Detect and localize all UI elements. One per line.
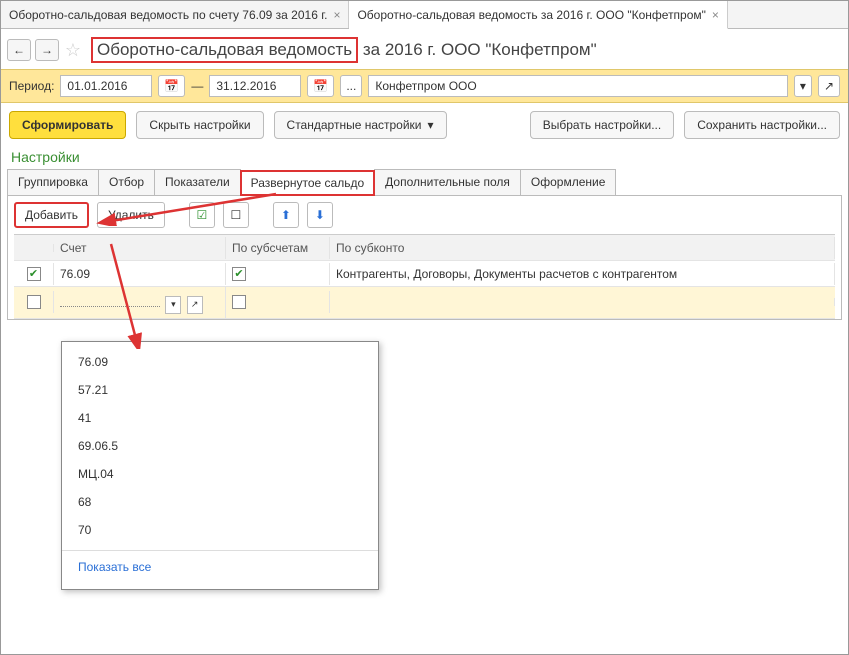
calendar-icon: 📅 — [164, 79, 179, 93]
choose-settings-button[interactable]: Выбрать настройки... — [530, 111, 674, 139]
date-from-calendar-button[interactable]: 📅 — [158, 75, 185, 97]
col-account: Счет — [54, 237, 226, 259]
check-all-button[interactable]: ☑ — [189, 202, 215, 228]
date-to-calendar-button[interactable]: 📅 — [307, 75, 334, 97]
arrow-up-icon: ⬆ — [281, 208, 291, 222]
dropdown-item[interactable]: 68 — [62, 488, 378, 516]
dropdown-item[interactable]: 57.21 — [62, 376, 378, 404]
organization-input[interactable]: Конфетпром ООО — [368, 75, 788, 97]
row-subkonto: Контрагенты, Договоры, Документы расчето… — [330, 263, 835, 285]
tab-filter[interactable]: Отбор — [98, 169, 155, 195]
tab-design[interactable]: Оформление — [520, 169, 616, 195]
dropdown-show-all[interactable]: Показать все — [62, 551, 378, 583]
account-open-button[interactable]: ↗ — [187, 296, 203, 314]
account-suggest-dropdown: 76.09 57.21 41 69.06.5 МЦ.04 68 70 Показ… — [61, 341, 379, 590]
org-open-button[interactable]: ↗ — [818, 75, 840, 97]
arrow-right-icon: → — [41, 43, 53, 57]
period-choose-button[interactable]: ... — [340, 75, 362, 97]
page-title: Оборотно-сальдовая ведомость за 2016 г. … — [91, 37, 597, 63]
account-input[interactable] — [60, 291, 160, 307]
doc-tab-0-label: Оборотно-сальдовая ведомость по счету 76… — [9, 8, 327, 22]
row-account: 76.09 — [54, 263, 226, 285]
delete-button[interactable]: Удалить — [97, 202, 165, 228]
dropdown-item[interactable]: МЦ.04 — [62, 460, 378, 488]
date-from-input[interactable]: 01.01.2016 — [60, 75, 152, 97]
uncheck-all-button[interactable]: ☐ — [223, 202, 249, 228]
form-button[interactable]: Сформировать — [9, 111, 126, 139]
calendar-icon: 📅 — [313, 79, 328, 93]
close-icon[interactable]: × — [333, 8, 340, 22]
favorite-star-icon[interactable]: ☆ — [63, 40, 83, 60]
dropdown-item[interactable]: 69.06.5 — [62, 432, 378, 460]
chevron-down-icon: ▾ — [428, 118, 434, 132]
close-icon[interactable]: × — [712, 8, 719, 22]
add-button[interactable]: Добавить — [14, 202, 89, 228]
date-to-input[interactable]: 31.12.2016 — [209, 75, 301, 97]
tab-indicators[interactable]: Показатели — [154, 169, 241, 195]
save-settings-button[interactable]: Сохранить настройки... — [684, 111, 840, 139]
chevron-down-icon: ▾ — [800, 79, 806, 93]
tab-additional-fields[interactable]: Дополнительные поля — [374, 169, 521, 195]
account-dropdown-button[interactable]: ▾ — [165, 296, 181, 314]
col-subkonto: По субконто — [330, 237, 835, 259]
dropdown-item[interactable]: 70 — [62, 516, 378, 544]
move-up-button[interactable]: ⬆ — [273, 202, 299, 228]
period-label: Период: — [9, 79, 54, 93]
standard-settings-button[interactable]: Стандартные настройки▾ — [274, 111, 447, 139]
move-down-button[interactable]: ⬇ — [307, 202, 333, 228]
forward-button[interactable]: → — [35, 39, 59, 61]
row-sub-checkbox[interactable] — [232, 295, 246, 309]
settings-heading: Настройки — [1, 147, 848, 169]
page-title-rest: за 2016 г. ООО "Конфетпром" — [358, 40, 596, 59]
check-green-icon: ☑ — [196, 208, 207, 222]
tab-expanded-saldo[interactable]: Развернутое сальдо — [240, 170, 376, 196]
open-icon: ↗ — [824, 79, 834, 93]
doc-tab-0[interactable]: Оборотно-сальдовая ведомость по счету 76… — [1, 1, 349, 28]
dropdown-item[interactable]: 41 — [62, 404, 378, 432]
doc-tab-1[interactable]: Оборотно-сальдовая ведомость за 2016 г. … — [349, 1, 727, 29]
col-subaccounts: По субсчетам — [226, 237, 330, 259]
row-sub-checkbox[interactable] — [232, 267, 246, 281]
uncheck-icon: ☐ — [230, 208, 241, 222]
row-enable-checkbox[interactable] — [27, 267, 41, 281]
arrow-down-icon: ⬇ — [315, 208, 325, 222]
dropdown-item[interactable]: 76.09 — [62, 348, 378, 376]
org-dropdown-button[interactable]: ▾ — [794, 75, 812, 97]
tab-grouping[interactable]: Группировка — [7, 169, 99, 195]
table-row[interactable]: 76.09 Контрагенты, Договоры, Документы р… — [14, 261, 835, 287]
period-dash: — — [191, 79, 203, 93]
doc-tab-1-label: Оборотно-сальдовая ведомость за 2016 г. … — [357, 8, 705, 22]
table-row-editing[interactable]: ▾ ↗ — [14, 287, 835, 319]
page-title-main: Оборотно-сальдовая ведомость — [91, 37, 358, 63]
row-enable-checkbox[interactable] — [27, 295, 41, 309]
arrow-left-icon: ← — [13, 43, 25, 57]
back-button[interactable]: ← — [7, 39, 31, 61]
hide-settings-button[interactable]: Скрыть настройки — [136, 111, 263, 139]
